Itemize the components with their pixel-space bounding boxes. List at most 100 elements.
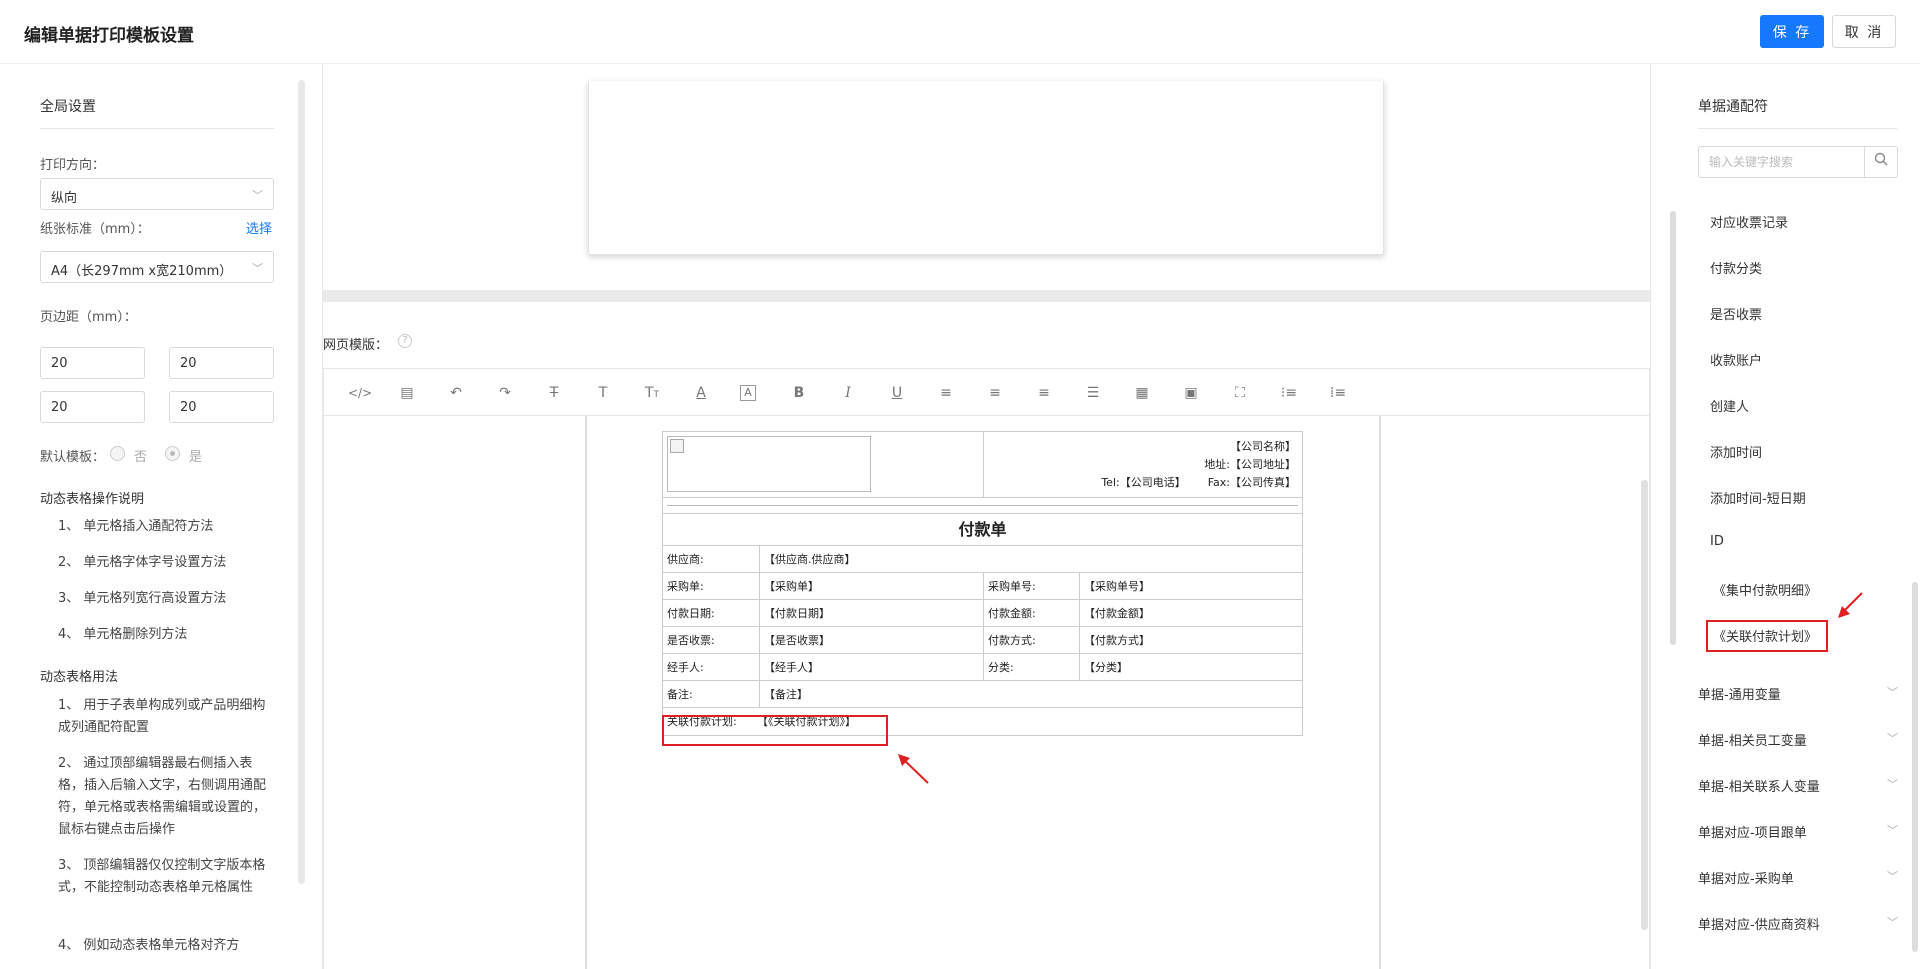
usage-item: 3、 顶部编辑器仅仅控制文字版本格式，不能控制动态表格单元格属性 — [58, 858, 266, 895]
unordered-list-icon[interactable]: ⁞≡ — [1328, 383, 1348, 403]
ordered-list-icon[interactable]: ⁝≡ — [1279, 383, 1299, 403]
field-label: 经手人: — [667, 661, 704, 674]
font-color-icon[interactable]: A — [691, 383, 711, 403]
source-code-icon[interactable]: </> — [348, 383, 372, 403]
wildcard-item[interactable]: 添加时间-短日期 — [1710, 488, 1806, 507]
align-center-icon[interactable]: ≡ — [985, 383, 1005, 403]
default-template-label: 默认模板： — [40, 450, 106, 465]
field-value: 【备注】 — [764, 688, 808, 701]
save-button[interactable]: 保 存 — [1760, 15, 1824, 48]
global-settings-title: 全局设置 — [40, 99, 96, 115]
wildcard-item[interactable]: 创建人 — [1710, 396, 1749, 415]
align-right-icon[interactable]: ≡ — [1034, 383, 1054, 403]
choose-paper-link[interactable]: 选择 — [246, 218, 272, 237]
editor-vertical-scrollbar[interactable] — [1641, 480, 1648, 930]
table-icon[interactable]: ▦ — [1132, 383, 1152, 403]
chevron-down-icon: ﹀ — [1887, 916, 1898, 929]
strikethrough-icon[interactable]: T — [544, 383, 564, 403]
field-label: 付款金额: — [988, 607, 1036, 620]
right-panel-scrollbar[interactable] — [1912, 582, 1918, 952]
field-value: 【分类】 — [1084, 661, 1128, 674]
wildcard-item[interactable]: 付款分类 — [1710, 258, 1762, 277]
italic-icon[interactable]: I — [838, 383, 858, 403]
broken-image-icon — [670, 439, 684, 453]
wildcard-group[interactable]: 单据-通用变量 ﹀ — [1698, 684, 1898, 703]
usage-item: 4、 例如动态表格单元格对齐方 — [58, 938, 240, 953]
redo-icon[interactable]: ↷ — [495, 383, 515, 403]
chevron-down-icon: ﹀ — [1887, 870, 1898, 883]
wildcard-item[interactable]: 添加时间 — [1710, 442, 1762, 461]
search-input[interactable] — [1699, 147, 1864, 177]
wildcard-item[interactable]: 收款账户 — [1710, 350, 1762, 369]
annotation-arrow-icon — [1838, 592, 1863, 618]
field-value: 【是否收票】 — [764, 634, 830, 647]
cancel-button[interactable]: 取 消 — [1832, 15, 1896, 48]
wildcard-group[interactable]: 单据对应-供应商资料 ﹀ — [1698, 914, 1898, 933]
field-value: 【付款方式】 — [1084, 634, 1150, 647]
company-info: 【公司名称】 地址:【公司地址】 Tel:【公司电话】 Fax:【公司传真】 — [1101, 438, 1296, 492]
template-icon[interactable]: ▤ — [397, 383, 417, 403]
radio-no[interactable] — [110, 446, 125, 461]
field-value: 【采购单号】 — [1084, 580, 1150, 593]
preview-horizontal-scrollbar[interactable] — [323, 290, 1650, 302]
radio-yes[interactable] — [165, 446, 180, 461]
divider — [983, 432, 984, 498]
company-name: 【公司名称】 — [1230, 440, 1296, 453]
divider — [40, 128, 274, 129]
wildcard-group[interactable]: 单据对应-项目跟单 ﹀ — [1698, 822, 1898, 841]
orientation-select[interactable]: 纵向 ﹀ — [40, 178, 274, 210]
divider — [1698, 128, 1897, 129]
help-icon[interactable]: ? — [398, 334, 412, 348]
group-label: 单据-相关员工变量 — [1698, 734, 1807, 749]
field-label: 采购单: — [667, 580, 704, 593]
search-icon[interactable] — [1864, 147, 1897, 177]
page-title: 编辑单据打印模板设置 — [24, 26, 194, 46]
align-left-icon[interactable]: ≡ — [936, 383, 956, 403]
field-value: 【付款日期】 — [764, 607, 830, 620]
paper-value: A4（长297mm x宽210mm） — [51, 264, 233, 279]
paper-select[interactable]: A4（长297mm x宽210mm） ﹀ — [40, 251, 274, 283]
usage-item: 2、 通过顶部编辑器最右侧插入表格，插入后输入文字，右侧调用通配符，单元格或表格… — [58, 756, 267, 837]
left-scrollbar[interactable] — [298, 80, 305, 884]
fullscreen-icon[interactable]: ⛶ — [1230, 383, 1250, 403]
wildcard-group[interactable]: 单据对应-采购单 ﹀ — [1698, 868, 1898, 887]
highlight-annotation-box — [662, 715, 888, 746]
margin-bottom-input[interactable]: 20 — [169, 347, 274, 379]
wildcard-item[interactable]: 《集中付款明细》 — [1713, 580, 1817, 599]
justify-icon[interactable]: ☰ — [1083, 383, 1103, 403]
undo-icon[interactable]: ↶ — [446, 383, 466, 403]
wildcard-group[interactable]: 单据-相关员工变量 ﹀ — [1698, 730, 1898, 749]
field-label: 供应商: — [667, 553, 704, 566]
bold-icon[interactable]: B — [789, 383, 809, 403]
company-logo-placeholder[interactable] — [667, 436, 871, 492]
image-icon[interactable]: ▣ — [1181, 383, 1201, 403]
field-value: 【采购单】 — [764, 580, 819, 593]
company-fax: Fax:【公司传真】 — [1207, 476, 1296, 489]
table-row: 备注: 【备注】 — [663, 681, 1302, 708]
wildcard-item[interactable]: 对应收票记录 — [1710, 212, 1788, 231]
ops-item[interactable]: 1、 单元格插入通配符方法 — [58, 516, 278, 538]
background-color-icon[interactable]: A — [740, 385, 756, 401]
global-settings-panel: 全局设置 打印方向： 纵向 ﹀ 纸张标准（mm）： 选择 A4（长297mm x… — [0, 64, 305, 969]
margin-right-input[interactable]: 20 — [169, 391, 274, 423]
ops-item[interactable]: 2、 单元格字体字号设置方法 — [58, 552, 278, 574]
font-family-icon[interactable]: T — [593, 383, 613, 403]
chevron-down-icon: ﹀ — [1887, 778, 1898, 791]
ops-item[interactable]: 4、 单元格删除列方法 — [58, 624, 278, 646]
company-tel: Tel:【公司电话】 — [1101, 476, 1186, 489]
radio-no-label: 否 — [134, 450, 148, 465]
wildcard-item[interactable]: 是否收票 — [1710, 304, 1762, 323]
table-row: 采购单: 【采购单】 采购单号: 【采购单号】 — [663, 573, 1302, 600]
field-label: 采购单号: — [988, 580, 1036, 593]
annotation-arrow-icon — [898, 754, 929, 784]
payment-document-template[interactable]: 【公司名称】 地址:【公司地址】 Tel:【公司电话】 Fax:【公司传真】 付款… — [662, 431, 1303, 736]
underline-icon[interactable]: U — [887, 383, 907, 403]
margin-left-input[interactable]: 20 — [40, 391, 145, 423]
ops-item[interactable]: 3、 单元格列宽行高设置方法 — [58, 588, 278, 610]
table-row: 供应商: 【供应商.供应商】 — [663, 546, 1302, 573]
wildcard-group[interactable]: 单据-相关联系人变量 ﹀ — [1698, 776, 1898, 795]
margin-top-input[interactable]: 20 — [40, 347, 145, 379]
font-size-icon[interactable]: TT — [642, 383, 662, 403]
wildcard-item[interactable]: ID — [1710, 534, 1724, 549]
wildcard-list-scrollbar[interactable] — [1670, 211, 1676, 645]
